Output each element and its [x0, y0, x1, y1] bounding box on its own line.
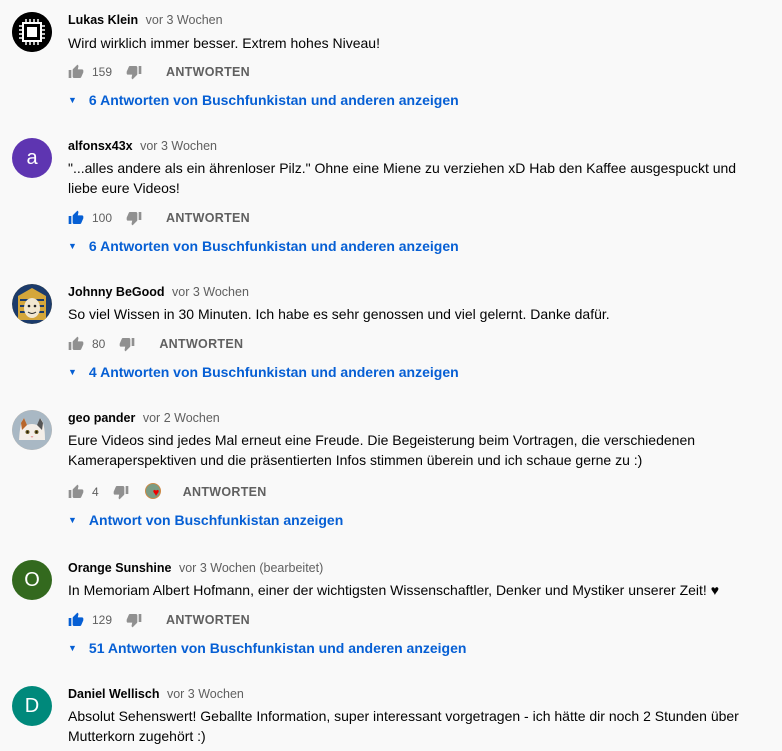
thumbs-down-icon	[113, 486, 129, 500]
timestamp[interactable]: vor 3 Wochen	[146, 13, 223, 27]
cat-photo-icon	[12, 410, 52, 450]
avatar-letter: a	[26, 146, 38, 169]
chevron-down-icon: ▼	[68, 241, 77, 251]
reply-button[interactable]: ANTWORTEN	[183, 485, 267, 499]
thumbs-up-icon	[68, 210, 84, 224]
comment-text: So viel Wissen in 30 Minuten. Ich habe e…	[68, 306, 610, 322]
view-replies-label: Antwort von Buschfunkistan anzeigen	[88, 512, 344, 528]
dislike-button[interactable]	[126, 210, 142, 226]
view-replies-label: 6 Antworten von Buschfunkistan und ander…	[88, 92, 459, 108]
reply-button[interactable]: ANTWORTEN	[166, 65, 250, 79]
dislike-button[interactable]	[113, 484, 129, 500]
thumbs-up-icon	[68, 484, 84, 498]
comment-header: Lukas Klein vor 3 Wochen	[68, 12, 223, 28]
reply-button[interactable]: ANTWORTEN	[166, 613, 250, 627]
thumbs-down-icon	[120, 338, 135, 352]
comment-text: "...alles andere als ein ährenloser Pilz…	[68, 160, 737, 196]
like-count: 100	[92, 211, 113, 225]
view-replies-label: 6 Antworten von Buschfunkistan und ander…	[88, 238, 459, 254]
timestamp[interactable]: vor 2 Wochen	[143, 411, 220, 425]
comment-text: In Memoriam Albert Hofmann, einer der wi…	[68, 582, 720, 598]
avatar[interactable]: a	[12, 138, 52, 178]
comment-header: Orange Sunshine vor 3 Wochen (bearbeitet…	[68, 560, 323, 576]
chevron-down-icon: ▼	[68, 515, 77, 525]
reply-button[interactable]: ANTWORTEN	[166, 211, 250, 225]
chevron-down-icon: ▼	[68, 367, 77, 377]
thumbs-down-icon	[126, 66, 142, 80]
pharaoh-face-icon	[12, 284, 52, 324]
thumbs-up-icon	[68, 336, 84, 350]
comment-actions: 80 ANTWORTEN	[68, 332, 243, 356]
author-name[interactable]: Johnny BeGood	[68, 285, 165, 299]
avatar[interactable]	[12, 410, 52, 450]
view-replies-button[interactable]: ▼ 4 Antworten von Buschfunkistan und and…	[68, 364, 459, 380]
comment-header: Daniel Wellisch vor 3 Wochen	[68, 686, 244, 702]
heart-icon: ♥	[152, 487, 160, 499]
like-button[interactable]	[68, 336, 84, 352]
avatar-letter: D	[24, 694, 40, 717]
like-button[interactable]	[68, 210, 84, 226]
like-button[interactable]	[68, 64, 84, 80]
dislike-button[interactable]	[126, 64, 142, 80]
like-count: 159	[92, 65, 113, 79]
dislike-button[interactable]	[119, 336, 135, 352]
view-replies-button[interactable]: ▼ 6 Antworten von Buschfunkistan und and…	[68, 92, 459, 108]
view-replies-button[interactable]: ▼ 6 Antworten von Buschfunkistan und and…	[68, 238, 459, 254]
timestamp[interactable]: vor 3 Wochen	[167, 687, 244, 701]
comment-text: Eure Videos sind jedes Mal erneut eine F…	[68, 432, 696, 468]
creator-heart-badge: ♥	[144, 483, 165, 501]
avatar-letter: O	[24, 568, 40, 591]
comment-actions: 129 ANTWORTEN	[68, 608, 250, 632]
author-name[interactable]: Lukas Klein	[68, 13, 138, 27]
thumbs-up-icon	[68, 64, 84, 78]
view-replies-label: 4 Antworten von Buschfunkistan und ander…	[88, 364, 459, 380]
thumbs-down-icon	[126, 614, 142, 628]
comment-actions: 100 ANTWORTEN	[68, 206, 250, 230]
chevron-down-icon: ▼	[68, 643, 77, 653]
chip-logo-icon	[12, 12, 52, 52]
timestamp[interactable]: vor 3 Wochen (bearbeitet)	[179, 561, 323, 575]
thumbs-down-icon	[126, 212, 142, 226]
comment-header: Johnny BeGood vor 3 Wochen	[68, 284, 249, 300]
like-button[interactable]	[68, 484, 84, 500]
dislike-button[interactable]	[126, 612, 142, 628]
avatar[interactable]	[12, 284, 52, 324]
comment-header: alfonsx43x vor 3 Wochen	[68, 138, 217, 154]
like-count: 80	[92, 337, 106, 351]
comment-text: Absolut Sehenswert! Geballte Information…	[68, 708, 739, 744]
author-name[interactable]: alfonsx43x	[68, 139, 133, 153]
comment-text: Wird wirklich immer besser. Extrem hohes…	[68, 35, 380, 51]
author-name[interactable]: Daniel Wellisch	[68, 687, 159, 701]
like-button[interactable]	[68, 612, 84, 628]
view-replies-button[interactable]: ▼ Antwort von Buschfunkistan anzeigen	[68, 512, 343, 528]
author-name[interactable]: geo pander	[68, 411, 135, 425]
author-name[interactable]: Orange Sunshine	[68, 561, 172, 575]
chevron-down-icon: ▼	[68, 95, 77, 105]
view-replies-button[interactable]: ▼ 51 Antworten von Buschfunkistan und an…	[68, 640, 466, 656]
like-count: 4	[92, 485, 99, 499]
comment-header: geo pander vor 2 Wochen	[68, 410, 220, 426]
reply-button[interactable]: ANTWORTEN	[159, 337, 243, 351]
like-count: 129	[92, 613, 113, 627]
timestamp[interactable]: vor 3 Wochen	[172, 285, 249, 299]
avatar[interactable]	[12, 12, 52, 52]
thumbs-up-icon	[68, 612, 84, 626]
timestamp[interactable]: vor 3 Wochen	[140, 139, 217, 153]
comment-actions: 159 ANTWORTEN	[68, 60, 250, 84]
view-replies-label: 51 Antworten von Buschfunkistan und ande…	[88, 640, 467, 656]
avatar[interactable]: O	[12, 560, 52, 600]
comment-actions: 4 ♥ ANTWORTEN	[68, 480, 267, 504]
avatar[interactable]: D	[12, 686, 52, 726]
